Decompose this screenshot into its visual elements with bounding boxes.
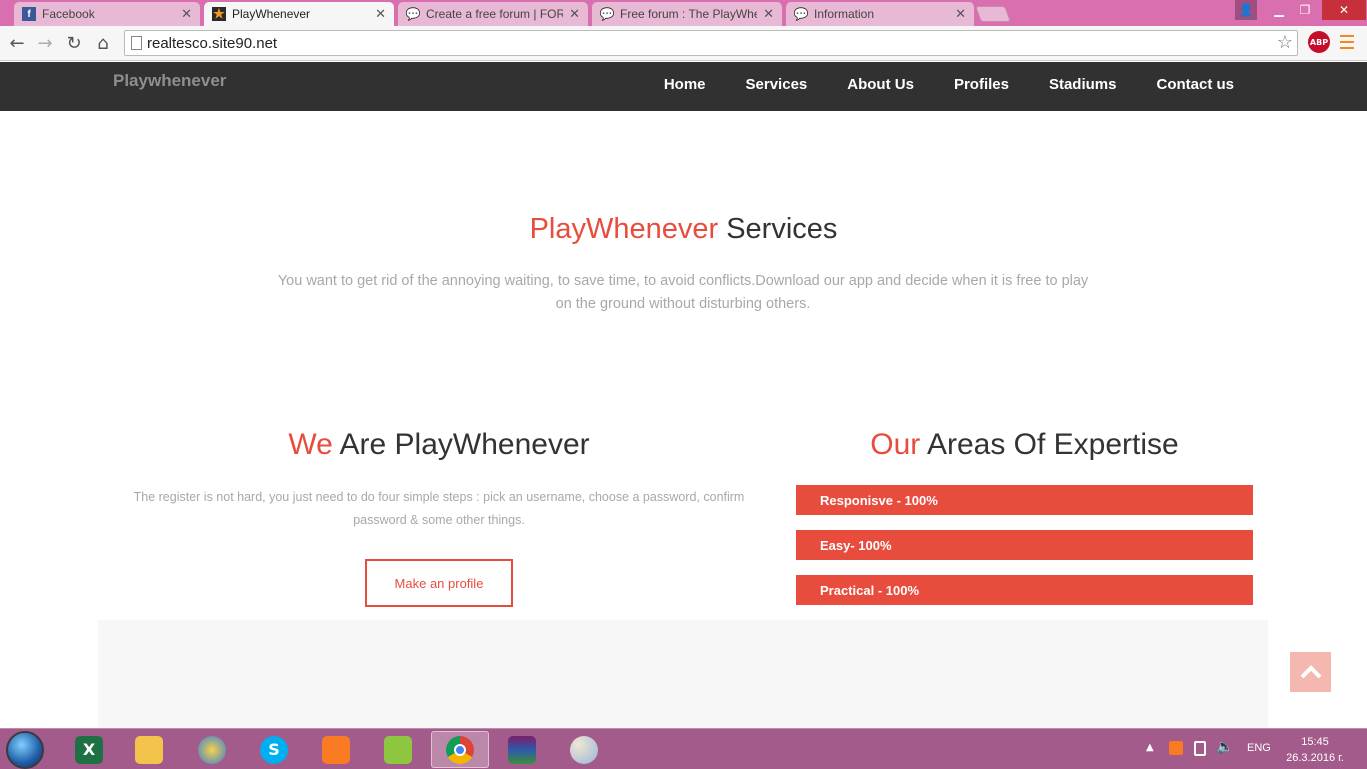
close-tab-icon[interactable]: ✕ xyxy=(181,6,192,22)
clock-date: 26.3.2016 г. xyxy=(1286,752,1344,764)
close-tab-icon[interactable]: ✕ xyxy=(569,6,580,22)
make-profile-button[interactable]: Make an profile xyxy=(365,559,513,607)
taskbar-file-explorer[interactable] xyxy=(120,731,178,768)
tab-information[interactable]: 💬 Information ✕ xyxy=(786,2,974,26)
file-explorer-icon xyxy=(135,735,163,764)
browser-toolbar: ← → ↻ ⌂ realtesco.site90.net ☆ ABP xyxy=(0,26,1367,61)
skill-bar-practical: Practical - 100% xyxy=(796,575,1253,605)
taskbar-chrome[interactable] xyxy=(431,731,489,768)
tab-create-forum[interactable]: 💬 Create a free forum | FOR ✕ xyxy=(398,2,588,26)
tab-playwhenever[interactable]: ★ PlayWhenever ✕ xyxy=(204,2,394,26)
main-nav: Home Services About Us Profiles Stadiums… xyxy=(624,76,1234,93)
taskbar-xampp[interactable] xyxy=(307,731,365,768)
restore-icon[interactable]: ❐ xyxy=(1292,0,1318,20)
back-to-top-button[interactable] xyxy=(1290,652,1331,692)
nav-contact-us[interactable]: Contact us xyxy=(1156,76,1234,93)
notepad-plus-icon xyxy=(384,735,412,764)
paint-icon xyxy=(570,735,598,764)
facebook-icon: f xyxy=(22,7,36,21)
close-tab-icon[interactable]: ✕ xyxy=(375,6,386,22)
browser-menu-icon[interactable] xyxy=(1340,35,1354,49)
skill-bar-easy: Easy- 100% xyxy=(796,530,1253,560)
chevron-up-icon xyxy=(1300,665,1321,679)
star-icon: ★ xyxy=(212,6,226,21)
taskbar-paint[interactable] xyxy=(555,731,613,768)
start-button[interactable] xyxy=(6,731,44,769)
tab-label: Free forum : The PlayWhe xyxy=(620,7,758,21)
nav-home[interactable]: Home xyxy=(664,76,706,93)
services-title-rest: Services xyxy=(718,213,838,245)
internet-app-icon xyxy=(198,735,226,764)
tab-label: Facebook xyxy=(42,7,95,21)
forum-icon: 💬 xyxy=(405,7,421,21)
taskbar-skype[interactable]: S xyxy=(245,731,303,768)
volume-icon[interactable]: 🔈 xyxy=(1216,739,1233,755)
expertise-title: Our Areas Of Expertise xyxy=(796,428,1253,462)
reload-icon[interactable]: ↻ xyxy=(63,32,85,54)
forward-arrow-icon[interactable]: → xyxy=(34,32,56,54)
minimize-icon[interactable]: ▁ xyxy=(1266,0,1292,20)
page-icon xyxy=(131,36,142,50)
services-title-accent: PlayWhenever xyxy=(529,213,719,245)
site-brand[interactable]: Playwhenever xyxy=(113,71,226,91)
device-tray-icon[interactable] xyxy=(1194,741,1206,756)
tab-label: PlayWhenever xyxy=(232,7,311,21)
site-navbar: Playwhenever Home Services About Us Prof… xyxy=(0,62,1367,111)
address-bar[interactable]: realtesco.site90.net ☆ xyxy=(124,30,1298,56)
tab-facebook[interactable]: f Facebook ✕ xyxy=(14,2,200,26)
nav-stadiums[interactable]: Stadiums xyxy=(1049,76,1117,93)
skype-icon: S xyxy=(260,735,288,764)
tray-expand-icon[interactable]: ▲ xyxy=(1146,742,1154,753)
bookmark-star-icon[interactable]: ☆ xyxy=(1277,32,1293,53)
taskbar-notepad-plus[interactable] xyxy=(369,731,427,768)
expertise-title-accent: Our xyxy=(870,428,921,461)
tab-label: Information xyxy=(814,7,875,21)
about-title-accent: We xyxy=(288,428,333,461)
taskbar-internet-app[interactable] xyxy=(183,731,241,768)
close-window-icon[interactable]: ✕ xyxy=(1322,0,1366,20)
next-section-background xyxy=(98,620,1268,728)
tab-label: Create a free forum | FOR xyxy=(426,7,564,21)
chrome-icon xyxy=(446,735,474,764)
system-clock[interactable]: 15:45 26.3.2016 г. xyxy=(1280,734,1350,766)
nav-profiles[interactable]: Profiles xyxy=(954,76,1009,93)
about-title: We Are PlayWhenever xyxy=(128,428,750,462)
excel-icon: X xyxy=(75,735,103,764)
clock-time: 15:45 xyxy=(1301,736,1329,748)
taskbar-winrar[interactable] xyxy=(493,731,551,768)
browser-tab-strip: f Facebook ✕ ★ PlayWhenever ✕ 💬 Create a… xyxy=(0,0,1367,26)
close-tab-icon[interactable]: ✕ xyxy=(763,6,774,22)
url-text: realtesco.site90.net xyxy=(147,34,278,52)
about-title-rest: Are PlayWhenever xyxy=(332,428,590,461)
close-tab-icon[interactable]: ✕ xyxy=(955,6,966,22)
adblock-icon[interactable]: ABP xyxy=(1308,31,1330,53)
language-indicator[interactable]: ENG xyxy=(1247,742,1271,754)
about-text: The register is not hard, you just need … xyxy=(133,490,745,527)
forum-icon: 💬 xyxy=(793,7,809,21)
windows-taskbar: X S ▲ 🔈 ENG 15:45 26.3.2016 г. xyxy=(0,728,1367,769)
xampp-icon xyxy=(322,735,350,764)
winrar-icon xyxy=(508,735,536,764)
services-title: PlayWhenever Services xyxy=(0,213,1367,246)
home-icon[interactable]: ⌂ xyxy=(92,32,114,54)
taskbar-excel[interactable]: X xyxy=(60,731,118,768)
xampp-tray-icon[interactable] xyxy=(1169,741,1183,755)
nav-about-us[interactable]: About Us xyxy=(847,76,914,93)
back-arrow-icon[interactable]: ← xyxy=(6,32,28,54)
forum-icon: 💬 xyxy=(599,7,615,21)
user-icon[interactable]: 👤 xyxy=(1235,0,1257,20)
new-tab-button[interactable] xyxy=(975,6,1011,22)
nav-services[interactable]: Services xyxy=(746,76,808,93)
tab-free-forum[interactable]: 💬 Free forum : The PlayWhe ✕ xyxy=(592,2,782,26)
expertise-title-rest: Areas Of Expertise xyxy=(920,428,1179,461)
services-lead: You want to get rid of the annoying wait… xyxy=(277,273,1089,312)
skill-bar-responsive: Responisve - 100% xyxy=(796,485,1253,515)
